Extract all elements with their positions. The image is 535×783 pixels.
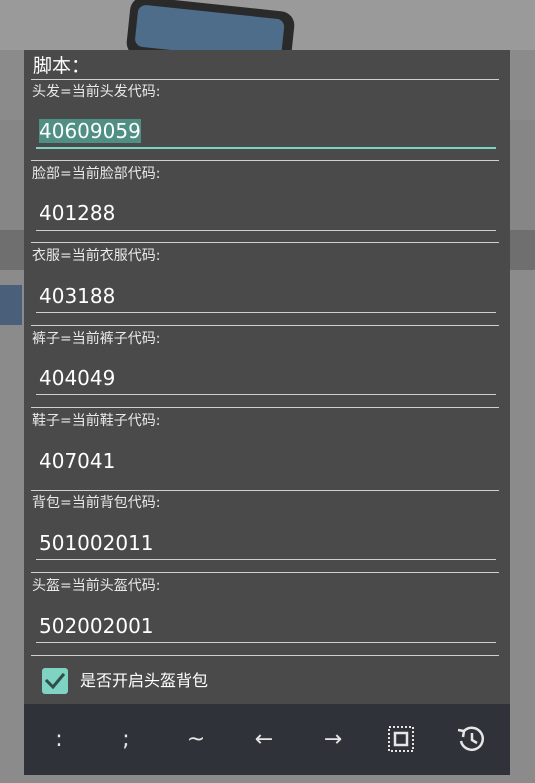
helmet-backpack-checkbox[interactable] bbox=[42, 668, 68, 694]
key-left-arrow[interactable]: ← bbox=[234, 704, 294, 775]
key-semicolon[interactable]: ; bbox=[96, 704, 156, 775]
face-underline bbox=[36, 230, 496, 231]
shoes-label: 鞋子=当前鞋子代码: bbox=[32, 413, 161, 429]
pants-input[interactable] bbox=[36, 358, 496, 398]
backpack-label: 背包=当前背包代码: bbox=[32, 495, 161, 511]
divider-6 bbox=[31, 572, 499, 573]
clothes-label: 衣服=当前衣服代码: bbox=[32, 248, 161, 264]
key-tilde[interactable]: ~ bbox=[166, 704, 226, 775]
divider-2 bbox=[31, 242, 499, 243]
extra-keys-bar: : ; ~ ← → bbox=[24, 704, 510, 775]
hair-underline bbox=[36, 147, 496, 149]
face-input[interactable] bbox=[36, 193, 496, 233]
title-divider bbox=[31, 79, 499, 80]
dialog-title: 脚本： bbox=[33, 55, 91, 77]
divider-3 bbox=[31, 325, 499, 326]
helmet-label: 头盔=当前头盔代码: bbox=[32, 578, 161, 594]
background-tab bbox=[0, 285, 22, 325]
checkmark-icon bbox=[45, 672, 65, 690]
helmet-backpack-label: 是否开启头盔背包 bbox=[80, 671, 209, 690]
pants-label: 裤子=当前裤子代码: bbox=[32, 331, 161, 347]
backpack-input[interactable] bbox=[36, 523, 496, 563]
select-all-icon bbox=[388, 726, 414, 752]
hair-label: 头发=当前头发代码: bbox=[32, 84, 161, 100]
divider-5 bbox=[31, 490, 499, 491]
backpack-underline bbox=[36, 559, 496, 560]
hair-value-selected: 40609059 bbox=[39, 119, 141, 143]
helmet-underline bbox=[36, 642, 496, 643]
pants-underline bbox=[36, 394, 496, 395]
history-icon bbox=[457, 726, 485, 751]
helmet-input[interactable] bbox=[36, 606, 496, 646]
key-right-arrow[interactable]: → bbox=[303, 704, 363, 775]
divider-1 bbox=[31, 160, 499, 161]
face-label: 脸部=当前脸部代码: bbox=[32, 166, 161, 182]
divider-7 bbox=[31, 655, 499, 656]
hair-input[interactable]: 40609059 bbox=[36, 111, 496, 151]
select-all-button[interactable] bbox=[371, 704, 431, 775]
history-button[interactable] bbox=[441, 704, 501, 775]
clothes-input[interactable] bbox=[36, 276, 496, 316]
script-dialog: 脚本： 头发=当前头发代码: 40609059 脸部=当前脸部代码: 衣服=当前… bbox=[24, 50, 510, 775]
clothes-underline bbox=[36, 312, 496, 313]
shoes-input[interactable] bbox=[36, 441, 496, 481]
divider-4 bbox=[31, 407, 499, 408]
key-colon[interactable]: : bbox=[29, 704, 89, 775]
